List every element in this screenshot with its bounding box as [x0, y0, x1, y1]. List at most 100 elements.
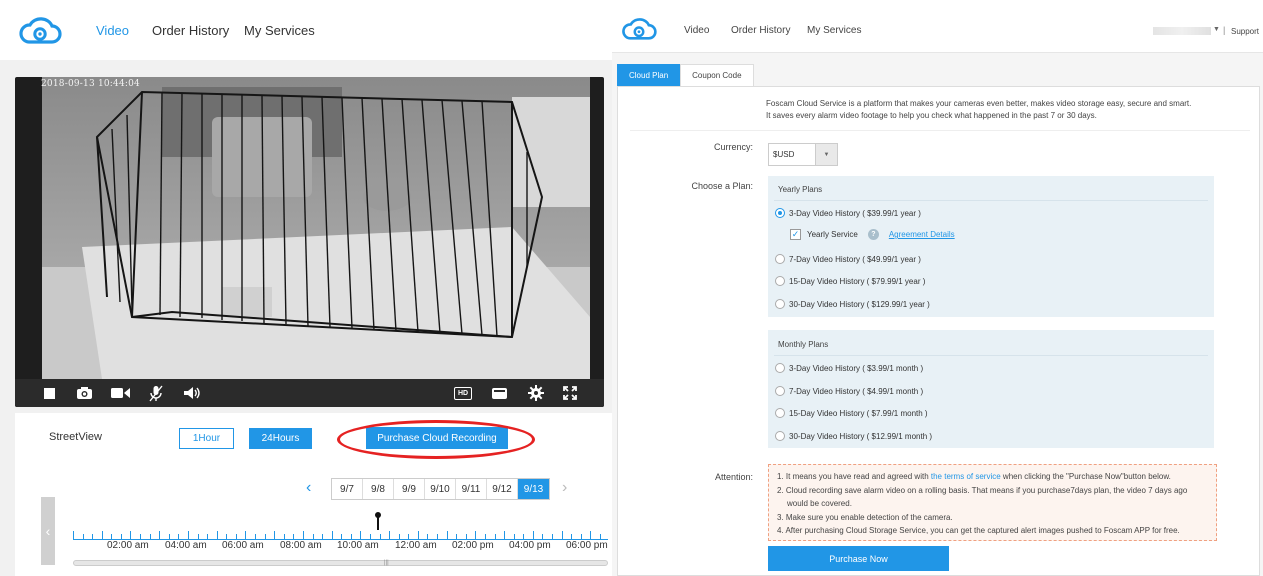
- caret-down-icon[interactable]: ▼: [1213, 26, 1220, 33]
- timeline-tick: [446, 531, 448, 539]
- plan-option-yearly-3day[interactable]: 3-Day Video History ( $39.99/1 year ): [775, 208, 921, 218]
- timeline-tick: [389, 531, 391, 539]
- plan-option-monthly-3day[interactable]: 3-Day Video History ( $3.99/1 month ): [775, 363, 923, 373]
- checkbox-checked-icon[interactable]: ✓: [790, 229, 801, 240]
- date-9-11[interactable]: 9/11: [456, 479, 487, 499]
- timeline-tick: [111, 534, 113, 539]
- date-9-13[interactable]: 9/13: [518, 479, 549, 499]
- nav-my-services[interactable]: My Services: [244, 23, 315, 38]
- agreement-details-link[interactable]: Agreement Details: [889, 230, 955, 239]
- timeline-tick: [274, 531, 276, 539]
- yearly-service-row: ✓ Yearly Service ? Agreement Details: [790, 229, 955, 240]
- date-selector: 9/7 9/8 9/9 9/10 9/11 9/12 9/13: [331, 478, 550, 500]
- plan-option-label: 30-Day Video History ( $12.99/1 month ): [789, 431, 933, 441]
- speaker-volume-icon[interactable]: [183, 385, 201, 401]
- microphone-muted-icon[interactable]: [148, 385, 164, 401]
- plan-option-yearly-7day[interactable]: 7-Day Video History ( $49.99/1 year ): [775, 254, 921, 264]
- timeline-tick: [532, 531, 534, 539]
- radio-icon[interactable]: [775, 276, 785, 286]
- attention-item: 3. Make sure you enable detection of the…: [777, 512, 953, 522]
- video-player[interactable]: 2018-09-13 10:44:04 HD: [15, 77, 604, 407]
- terms-of-service-link[interactable]: the terms of service: [931, 472, 1001, 481]
- left-header: Video Order History My Services: [0, 0, 612, 60]
- attention-text: 1. It means you have read and agreed wit…: [777, 472, 931, 481]
- one-hour-button[interactable]: 1Hour: [179, 428, 234, 449]
- plan-option-yearly-15day[interactable]: 15-Day Video History ( $79.99/1 year ): [775, 276, 925, 286]
- timeline-label: 04:00 am: [165, 540, 207, 551]
- timeline-tick: [255, 534, 257, 539]
- timeline-cursor[interactable]: [377, 515, 379, 530]
- nav-my-services[interactable]: My Services: [807, 25, 861, 36]
- currency-select[interactable]: $USD ▼: [768, 143, 838, 166]
- date-9-10[interactable]: 9/10: [425, 479, 456, 499]
- record-video-icon[interactable]: [110, 385, 130, 401]
- timeline-tick: [504, 531, 506, 539]
- monthly-plans-box: Monthly Plans 3-Day Video History ( $3.9…: [768, 330, 1214, 448]
- radio-icon[interactable]: [775, 254, 785, 264]
- timeline-tick: [73, 531, 74, 539]
- radio-selected-icon[interactable]: [775, 208, 785, 218]
- chevron-down-icon[interactable]: ▼: [815, 144, 837, 165]
- timeline-ruler[interactable]: [73, 528, 608, 540]
- support-link[interactable]: Support: [1231, 27, 1259, 36]
- timeline-tick: [331, 531, 333, 539]
- timeline-tick: [245, 531, 247, 539]
- timeline-tick: [283, 534, 285, 539]
- timeline-label: 04:00 pm: [509, 540, 551, 551]
- plan-option-monthly-15day[interactable]: 15-Day Video History ( $7.99/1 month ): [775, 408, 928, 418]
- chevron-right-icon[interactable]: ›: [562, 479, 567, 497]
- cloud-logo-icon[interactable]: [621, 15, 657, 42]
- timeline-tick: [398, 534, 400, 539]
- camera-snapshot-icon[interactable]: [75, 385, 93, 401]
- nav-video[interactable]: Video: [684, 25, 709, 36]
- radio-icon[interactable]: [775, 386, 785, 396]
- plan-option-label: 7-Day Video History ( $49.99/1 year ): [789, 254, 921, 264]
- settings-gear-icon[interactable]: [527, 385, 545, 401]
- timeline-tick: [226, 534, 228, 539]
- radio-icon[interactable]: [775, 408, 785, 418]
- fullscreen-icon[interactable]: [562, 385, 578, 401]
- currency-value: $USD: [773, 150, 795, 159]
- help-question-icon[interactable]: ?: [867, 229, 879, 240]
- cloud-logo-icon[interactable]: [18, 14, 62, 46]
- purchase-now-button[interactable]: Purchase Now: [768, 546, 949, 571]
- attention-item: would be covered.: [787, 499, 852, 508]
- date-9-9[interactable]: 9/9: [394, 479, 425, 499]
- attention-text: when clicking the "Purchase Now"button b…: [1000, 472, 1171, 481]
- purchase-cloud-recording-button[interactable]: Purchase Cloud Recording: [366, 427, 508, 449]
- yearly-plans-box: Yearly Plans 3-Day Video History ( $39.9…: [768, 176, 1214, 317]
- radio-icon[interactable]: [775, 363, 785, 373]
- timeline-tick: [322, 534, 324, 539]
- username-redacted[interactable]: [1153, 27, 1211, 35]
- timeline-scrollbar[interactable]: |||: [73, 560, 608, 566]
- nav-video[interactable]: Video: [96, 23, 129, 38]
- timeline-tick: [542, 534, 544, 539]
- plan-tabs: Cloud Plan Coupon Code: [617, 64, 754, 86]
- timeline-tick: [523, 534, 525, 539]
- tab-coupon-code[interactable]: Coupon Code: [680, 64, 754, 86]
- storage-card-icon[interactable]: [490, 385, 508, 401]
- plan-option-monthly-7day[interactable]: 7-Day Video History ( $4.99/1 month ): [775, 386, 923, 396]
- attention-item: 4. After purchasing Cloud Storage Servic…: [777, 526, 1180, 535]
- plan-label: Choose a Plan:: [691, 181, 753, 191]
- timeline-tick: [599, 534, 601, 539]
- scrollbar-grip-icon[interactable]: |||: [384, 560, 389, 566]
- plan-option-monthly-30day[interactable]: 30-Day Video History ( $12.99/1 month ): [775, 431, 932, 441]
- radio-icon[interactable]: [775, 431, 785, 441]
- timeline-scroll-left-icon[interactable]: ‹: [41, 497, 55, 565]
- chevron-left-icon[interactable]: ‹: [306, 479, 311, 497]
- divider: [774, 200, 1208, 201]
- timeline-tick: [379, 534, 381, 539]
- plan-option-label: 7-Day Video History ( $4.99/1 month ): [789, 386, 924, 396]
- radio-icon[interactable]: [775, 299, 785, 309]
- nav-order-history[interactable]: Order History: [152, 23, 229, 38]
- hd-quality-toggle[interactable]: HD: [453, 385, 473, 401]
- plan-option-yearly-30day[interactable]: 30-Day Video History ( $129.99/1 year ): [775, 299, 930, 309]
- stop-icon[interactable]: [42, 385, 56, 401]
- date-9-12[interactable]: 9/12: [487, 479, 518, 499]
- tab-cloud-plan[interactable]: Cloud Plan: [617, 64, 681, 86]
- date-9-7[interactable]: 9/7: [332, 479, 363, 499]
- nav-order-history[interactable]: Order History: [731, 25, 790, 36]
- twenty-four-hours-button[interactable]: 24Hours: [249, 428, 312, 449]
- date-9-8[interactable]: 9/8: [363, 479, 394, 499]
